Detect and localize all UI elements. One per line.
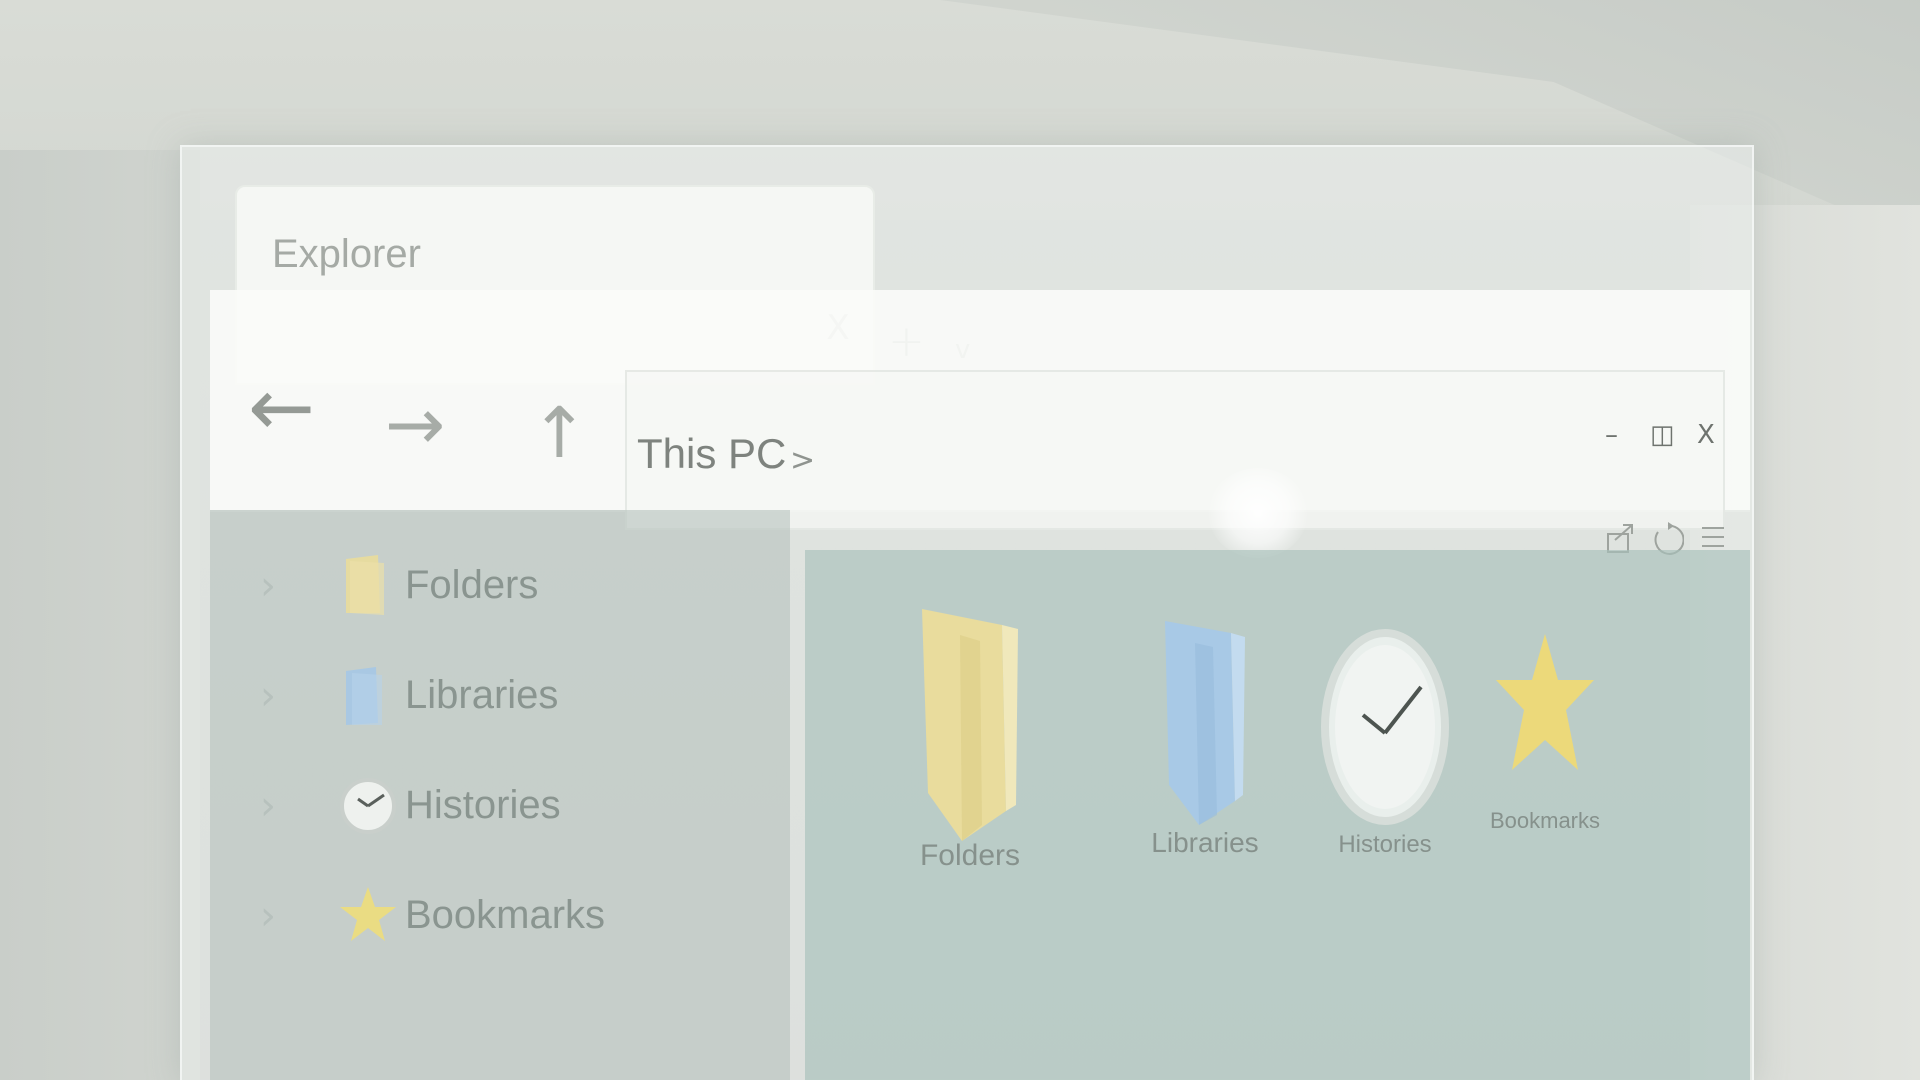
minimize-button[interactable]: –	[1605, 420, 1618, 450]
sidebar-item-label: Libraries	[405, 673, 559, 717]
background-wall-left	[0, 150, 200, 1080]
sidebar-item-bookmarks[interactable]: › Bookmarks	[240, 875, 780, 965]
content-item-folders[interactable]: Folders	[890, 605, 1050, 873]
content-item-histories[interactable]: Histories	[1310, 615, 1460, 859]
close-window-button[interactable]: X	[1697, 420, 1715, 450]
sidebar-item-folders[interactable]: › Folders	[240, 545, 780, 635]
forward-button[interactable]: →	[385, 388, 445, 460]
content-item-label: Bookmarks	[1489, 808, 1601, 833]
chevron-right-icon[interactable]: ›	[260, 673, 276, 719]
chevron-right-icon[interactable]: ›	[260, 783, 276, 829]
clock-icon	[340, 771, 396, 841]
address-chevron-icon[interactable]: >	[790, 443, 815, 478]
library-icon	[340, 661, 390, 731]
sidebar-item-libraries[interactable]: › Libraries	[240, 655, 780, 745]
folder-icon	[340, 551, 390, 621]
chevron-right-icon[interactable]: ›	[260, 893, 276, 939]
up-button[interactable]: ↑	[530, 398, 589, 468]
maximize-button[interactable]: ◫	[1650, 420, 1675, 450]
star-icon	[340, 881, 396, 951]
sidebar-item-label: Folders	[405, 563, 539, 607]
content-item-libraries[interactable]: Libraries	[1130, 615, 1280, 859]
content-item-label: Libraries	[1151, 827, 1259, 858]
tab-title: Explorer	[272, 232, 421, 276]
content-item-bookmarks[interactable]: Bookmarks	[1480, 630, 1610, 834]
sidebar-item-label: Bookmarks	[405, 893, 606, 937]
sidebar-item-label: Histories	[405, 783, 561, 827]
light-reflection	[1208, 468, 1308, 558]
back-button[interactable]: ←	[248, 368, 315, 448]
chevron-right-icon[interactable]: ›	[260, 563, 276, 609]
sidebar-item-histories[interactable]: › Histories	[240, 765, 780, 855]
address-path[interactable]: This PC	[637, 430, 786, 478]
